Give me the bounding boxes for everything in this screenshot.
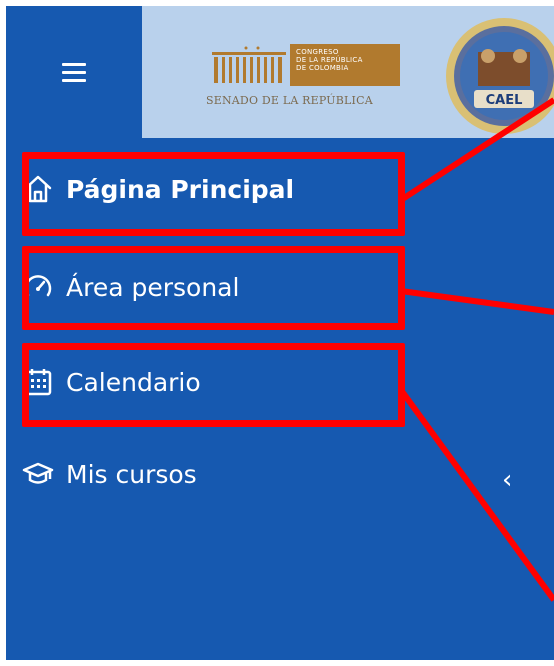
congreso-logo-box: CONGRESO DE LA REPÚBLICA DE COLOMBIA [290, 44, 400, 86]
capitol-pillars-icon [212, 46, 286, 83]
seal-text: CAEL [486, 93, 523, 108]
logo-banner: CONGRESO DE LA REPÚBLICA DE COLOMBIA SEN… [142, 6, 554, 138]
senate-caption: SENADO DE LA REPÚBLICA [206, 94, 373, 107]
menu-toggle-button[interactable] [6, 6, 142, 138]
cael-seal-logo[interactable]: CAEL [444, 16, 554, 136]
sidebar-drawer: CONGRESO DE LA REPÚBLICA DE COLOMBIA SEN… [6, 6, 554, 660]
chevron-left-icon[interactable]: ‹ [502, 465, 512, 495]
nav-item-my-courses[interactable]: Mis cursos [22, 434, 402, 514]
graduation-cap-icon [22, 457, 56, 491]
nav-item-label: Mis cursos [66, 459, 197, 489]
highlight-box-dashboard [22, 246, 405, 330]
drawer-header: CONGRESO DE LA REPÚBLICA DE COLOMBIA SEN… [6, 6, 554, 138]
highlight-box-home [22, 152, 405, 236]
screenshot-stage: CONGRESO DE LA REPÚBLICA DE COLOMBIA SEN… [0, 0, 554, 666]
hamburger-icon [62, 58, 86, 87]
highlight-box-calendar [22, 343, 405, 427]
senate-logo[interactable]: CONGRESO DE LA REPÚBLICA DE COLOMBIA SEN… [198, 40, 408, 112]
